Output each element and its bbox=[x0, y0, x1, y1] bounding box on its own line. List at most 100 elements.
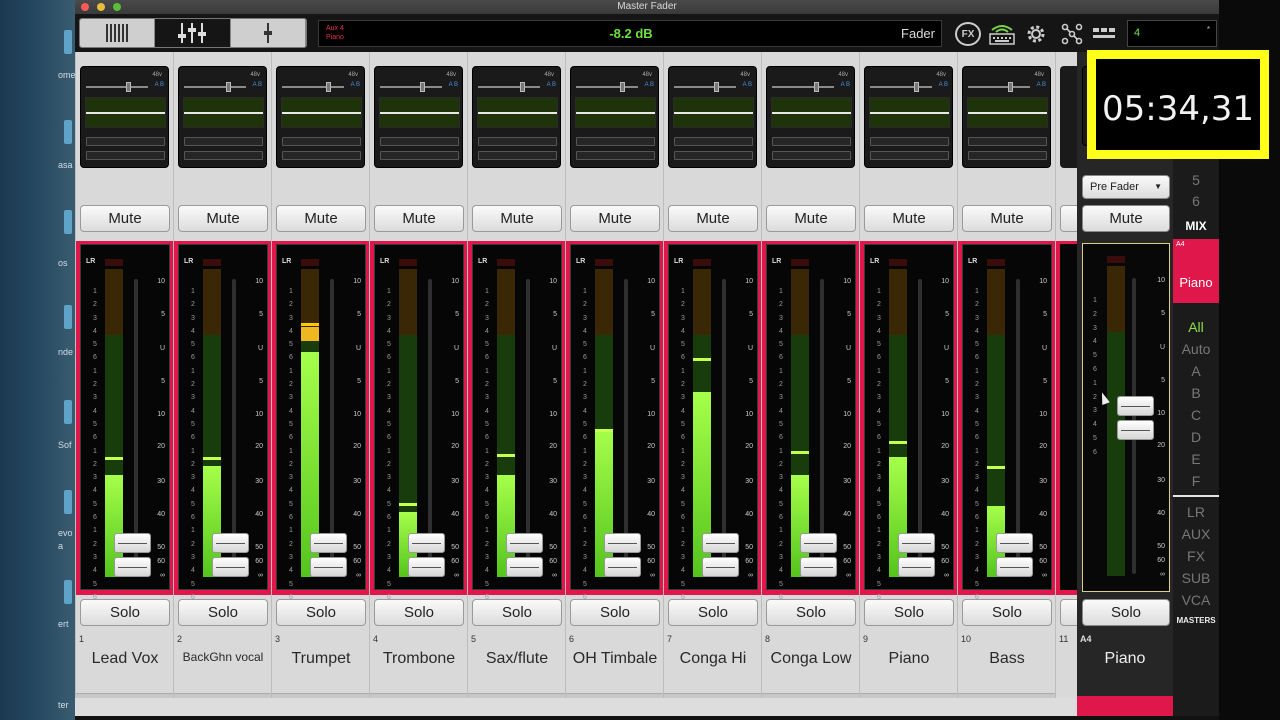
routing-button[interactable] bbox=[1058, 22, 1086, 46]
scribble-strip[interactable]: 48v A B bbox=[80, 66, 169, 168]
fx-slot[interactable] bbox=[86, 137, 165, 146]
fader-track[interactable] bbox=[820, 279, 824, 575]
gain-control[interactable]: A B bbox=[86, 82, 164, 92]
mute-button[interactable]: Mute bbox=[864, 205, 954, 232]
fx-slot[interactable] bbox=[968, 137, 1047, 146]
fx-slot[interactable] bbox=[184, 137, 263, 146]
solo-button[interactable]: Solo bbox=[80, 599, 170, 626]
fader-track[interactable] bbox=[722, 279, 726, 575]
channel-name[interactable]: OH Timbale bbox=[566, 650, 664, 668]
filter-c[interactable]: C bbox=[1173, 407, 1219, 423]
type-aux[interactable]: AUX bbox=[1173, 526, 1219, 542]
settings-button[interactable] bbox=[1022, 22, 1050, 46]
channel-name[interactable]: Bass bbox=[958, 650, 1056, 668]
fader-track[interactable] bbox=[428, 279, 432, 575]
fader-handle[interactable] bbox=[702, 533, 739, 578]
eq-graph[interactable] bbox=[379, 97, 460, 128]
fader-track[interactable] bbox=[918, 279, 922, 575]
type-fx[interactable]: FX bbox=[1173, 548, 1219, 564]
eq-graph[interactable] bbox=[85, 97, 166, 128]
bus-fader-handle[interactable] bbox=[1117, 396, 1154, 441]
solo-button[interactable]: Solo bbox=[962, 599, 1052, 626]
eq-graph[interactable] bbox=[477, 97, 558, 128]
solo-button[interactable]: Solo bbox=[570, 599, 660, 626]
type-sub[interactable]: SUB bbox=[1173, 570, 1219, 586]
channel-name[interactable]: Sax/flute bbox=[468, 650, 566, 668]
solo-button[interactable]: Solo bbox=[472, 599, 562, 626]
scribble-strip[interactable]: 48v A B bbox=[276, 66, 365, 168]
fader-handle[interactable] bbox=[408, 533, 445, 578]
mute-button[interactable]: Mute bbox=[276, 205, 366, 232]
eq-graph[interactable] bbox=[967, 97, 1048, 128]
fader-track[interactable] bbox=[1016, 279, 1020, 575]
channel-strip-6[interactable]: 48v A B Mute LR 1 2 3 4 5 6 1 2 3 4 5 6 1 2 3 4 5 6 1 2 3 4 5 6 10 5 U… bbox=[565, 52, 664, 698]
scribble-strip[interactable]: 48v A B bbox=[178, 66, 267, 168]
scribble-strip[interactable]: 48v A B bbox=[962, 66, 1051, 168]
gain-control[interactable]: A B bbox=[870, 82, 948, 92]
solo-button[interactable]: Solo bbox=[668, 599, 758, 626]
fader-track[interactable] bbox=[134, 279, 138, 575]
gain-control[interactable]: A B bbox=[968, 82, 1046, 92]
filter-e[interactable]: E bbox=[1173, 451, 1219, 467]
scribble-strip[interactable]: 48v A B bbox=[472, 66, 561, 168]
eq-graph[interactable] bbox=[183, 97, 264, 128]
fx-slot[interactable] bbox=[968, 151, 1047, 160]
eq-graph[interactable] bbox=[281, 97, 362, 128]
channel-strip-9[interactable]: 48v A B Mute LR 1 2 3 4 5 6 1 2 3 4 5 6 1 2 3 4 5 6 1 2 3 4 5 6 10 5 U… bbox=[859, 52, 958, 698]
channel-name[interactable]: Trombone bbox=[370, 650, 468, 668]
gain-control[interactable]: A B bbox=[478, 82, 556, 92]
mute-button[interactable]: Mute bbox=[962, 205, 1052, 232]
fx-slot[interactable] bbox=[674, 151, 753, 160]
channel-strip-2[interactable]: 48v A B Mute LR 1 2 3 4 5 6 1 2 3 4 5 6 1 2 3 4 5 6 1 2 3 4 5 6 10 5 U… bbox=[173, 52, 272, 698]
channel-strip-5[interactable]: 48v A B Mute LR 1 2 3 4 5 6 1 2 3 4 5 6 1 2 3 4 5 6 1 2 3 4 5 6 10 5 U… bbox=[467, 52, 566, 698]
fx-slot[interactable] bbox=[674, 137, 753, 146]
mute-button[interactable]: Mute bbox=[374, 205, 464, 232]
solo-button[interactable]: Solo bbox=[766, 599, 856, 626]
gain-control[interactable]: A B bbox=[184, 82, 262, 92]
channel-strip-11[interactable]: 11 bbox=[1055, 52, 1077, 698]
scribble-strip[interactable]: 48v A B bbox=[668, 66, 757, 168]
mute-button[interactable]: Mute bbox=[472, 205, 562, 232]
fx-slot[interactable] bbox=[772, 137, 851, 146]
fx-slot[interactable] bbox=[870, 137, 949, 146]
mute-button[interactable]: Mute bbox=[766, 205, 856, 232]
type-vca[interactable]: VCA bbox=[1173, 592, 1219, 608]
mute-button[interactable]: Mute bbox=[178, 205, 268, 232]
mute-button-partial[interactable] bbox=[1060, 205, 1077, 232]
masters-button[interactable]: MASTERS bbox=[1173, 616, 1219, 625]
fader-track[interactable] bbox=[526, 279, 530, 575]
eq-graph[interactable] bbox=[575, 97, 656, 128]
fader-handle[interactable] bbox=[212, 533, 249, 578]
scribble-strip[interactable]: 48v A B bbox=[570, 66, 659, 168]
eq-graph[interactable] bbox=[673, 97, 754, 128]
fader-handle[interactable] bbox=[310, 533, 347, 578]
fader-track[interactable] bbox=[624, 279, 628, 575]
fader-track[interactable] bbox=[330, 279, 334, 575]
tap-point-dropdown[interactable]: Pre Fader ▼ bbox=[1082, 175, 1170, 199]
fx-slot[interactable] bbox=[576, 151, 655, 160]
fx-button[interactable]: FX bbox=[955, 22, 981, 46]
gain-control[interactable]: A B bbox=[380, 82, 458, 92]
fx-slot[interactable] bbox=[380, 137, 459, 146]
solo-button[interactable]: Solo bbox=[276, 599, 366, 626]
fx-slot[interactable] bbox=[282, 151, 361, 160]
mix-active-aux[interactable]: A4 Piano bbox=[1173, 239, 1219, 303]
solo-button-partial[interactable] bbox=[1060, 599, 1077, 626]
eq-graph[interactable] bbox=[869, 97, 950, 128]
scribble-strip[interactable]: 48v A B bbox=[864, 66, 953, 168]
fx-slot[interactable] bbox=[282, 137, 361, 146]
view-single-button[interactable] bbox=[230, 19, 306, 47]
display-mode[interactable]: Fader bbox=[901, 26, 935, 41]
gain-control[interactable]: A B bbox=[772, 82, 850, 92]
channel-strip-1[interactable]: 48v A B Mute LR 1 2 3 4 5 6 1 2 3 4 5 6 1 2 3 4 5 6 1 2 3 4 5 6 10 5 U… bbox=[75, 52, 174, 698]
fader-track[interactable] bbox=[232, 279, 236, 575]
mute-button[interactable]: Mute bbox=[80, 205, 170, 232]
channel-strip-10[interactable]: 48v A B Mute LR 1 2 3 4 5 6 1 2 3 4 5 6 1 2 3 4 5 6 1 2 3 4 5 6 10 5 U… bbox=[957, 52, 1056, 698]
gain-control[interactable]: A B bbox=[282, 82, 360, 92]
filter-auto[interactable]: Auto bbox=[1173, 341, 1219, 357]
fx-slot[interactable] bbox=[478, 137, 557, 146]
channel-strip-8[interactable]: 48v A B Mute LR 1 2 3 4 5 6 1 2 3 4 5 6 1 2 3 4 5 6 1 2 3 4 5 6 10 5 U… bbox=[761, 52, 860, 698]
filter-all[interactable]: All bbox=[1173, 319, 1219, 335]
fader-handle[interactable] bbox=[996, 533, 1033, 578]
fader-handle[interactable] bbox=[114, 533, 151, 578]
